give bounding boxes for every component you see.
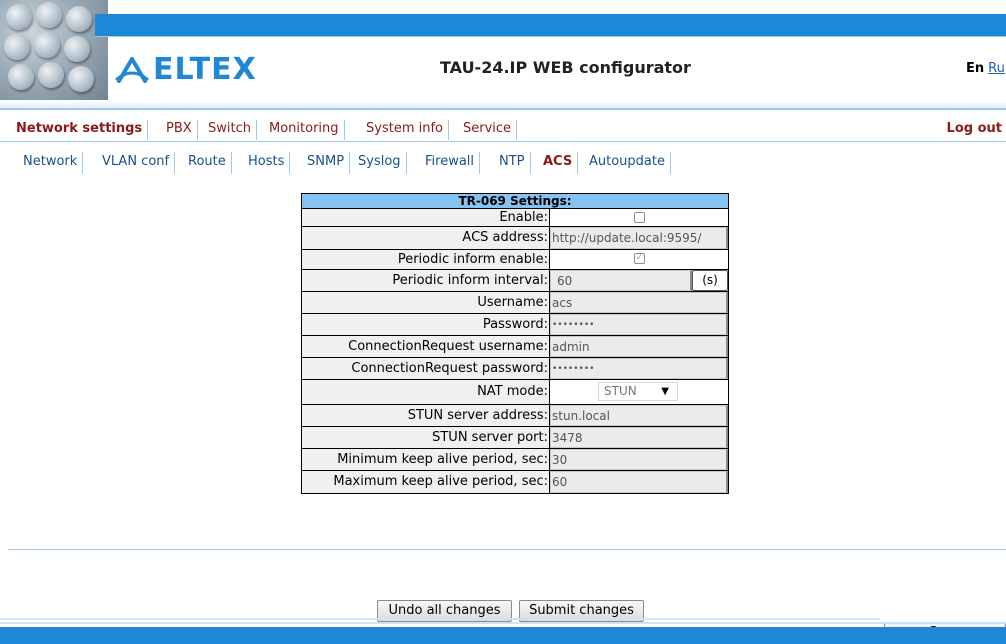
max-keepalive-label: Maximum keep alive period, sec: [302,471,550,493]
table-row: Minimum keep alive period, sec: 30 [302,449,728,471]
table-row: ConnectionRequest password: •••••••• [302,358,728,380]
eltex-logo: ELTEX [115,52,257,87]
username-label: Username: [302,292,550,313]
header-top-bar [95,14,1006,36]
main-tab-system-info[interactable]: System info [361,120,449,140]
table-row: Password: •••••••• [302,314,728,336]
lang-ru-link[interactable]: Ru [988,61,1005,76]
divider [8,549,1006,550]
table-row: STUN server address: stun.local [302,405,728,427]
sub-tab-route[interactable]: Route [183,152,232,174]
periodic-inform-interval-label: Periodic inform interval: [302,270,550,291]
table-row: Periodic inform enable: ✓ [302,250,728,270]
stun-port-label: STUN server port: [302,427,550,448]
stun-address-input[interactable]: stun.local [550,405,728,426]
sub-tab-acs[interactable]: ACS [538,152,579,174]
sub-tab-network[interactable]: Network [18,152,84,174]
sub-tab-ntp[interactable]: NTP [494,152,531,174]
username-input[interactable]: acs [550,292,728,313]
table-row: Periodic inform interval: 60 (s) [302,270,728,292]
main-tab-network-settings[interactable]: Network settings [11,120,149,140]
sub-tab-snmp[interactable]: SNMP [302,152,351,174]
sub-tab-firewall[interactable]: Firewall [420,152,481,174]
main-tab-pbx[interactable]: PBX [161,120,198,140]
footer-bar [0,627,1006,644]
main-tab-switch[interactable]: Switch [203,120,257,140]
periodic-inform-enable-label: Periodic inform enable: [302,250,550,269]
table-row: Enable: [302,209,728,227]
lang-en-link[interactable]: En [966,61,984,76]
enable-checkbox[interactable] [634,212,645,223]
table-caption: TR-069 Settings: [302,194,728,209]
chevron-down-icon: ▼ [661,386,669,397]
header: ELTEX TAU-24.IP WEB configurator En Ru [0,0,1006,110]
password-input[interactable]: •••••••• [550,314,728,335]
enable-label: Enable: [302,209,550,226]
nat-mode-select[interactable]: STUN ▼ [598,382,678,401]
sub-nav: Network VLAN conf Route Hosts SNMP Syslo… [0,150,1006,176]
table-row: ConnectionRequest username: admin [302,336,728,358]
periodic-inform-interval-input[interactable]: 60 [550,270,692,291]
table-row: Username: acs [302,292,728,314]
eltex-logo-icon [115,56,149,83]
acs-address-input[interactable]: http://update.local:9595/ [550,227,728,249]
logout-link[interactable]: Log out [947,121,1002,136]
min-keepalive-input[interactable]: 30 [550,449,728,470]
min-keepalive-label: Minimum keep alive period, sec: [302,449,550,470]
table-row: STUN server port: 3478 [302,427,728,449]
nat-mode-value: STUN [604,384,637,398]
language-switch: En Ru [966,61,1005,76]
max-keepalive-input[interactable]: 60 [550,471,728,493]
main-tab-service[interactable]: Service [458,120,518,140]
stun-address-label: STUN server address: [302,405,550,426]
sub-tab-vlan-conf[interactable]: VLAN conf [97,152,176,174]
nat-mode-label: NAT mode: [302,380,550,404]
phone-keypad-image [0,0,108,106]
stun-port-input[interactable]: 3478 [550,427,728,448]
cr-username-input[interactable]: admin [550,336,728,357]
logo-text: ELTEX [153,52,257,87]
password-label: Password: [302,314,550,335]
cr-username-label: ConnectionRequest username: [302,336,550,357]
acs-address-label: ACS address: [302,227,550,249]
cr-password-input[interactable]: •••••••• [550,358,728,379]
table-row: NAT mode: STUN ▼ [302,380,728,405]
tr069-settings-table: TR-069 Settings: Enable: ACS address: ht… [301,193,729,494]
sub-tab-hosts[interactable]: Hosts [243,152,291,174]
main-tab-monitoring[interactable]: Monitoring [264,120,345,140]
periodic-inform-enable-checkbox[interactable]: ✓ [634,253,645,264]
table-row: ACS address: http://update.local:9595/ [302,227,728,250]
cr-password-label: ConnectionRequest password: [302,358,550,379]
sub-tab-autoupdate[interactable]: Autoupdate [584,152,671,174]
page-title: TAU-24.IP WEB configurator [440,58,691,77]
interval-unit-button[interactable]: (s) [692,270,728,291]
main-nav: Network settings PBX Switch Monitoring S… [0,116,1006,142]
table-row: Maximum keep alive period, sec: 60 [302,471,728,493]
sub-tab-syslog[interactable]: Syslog [353,152,407,174]
